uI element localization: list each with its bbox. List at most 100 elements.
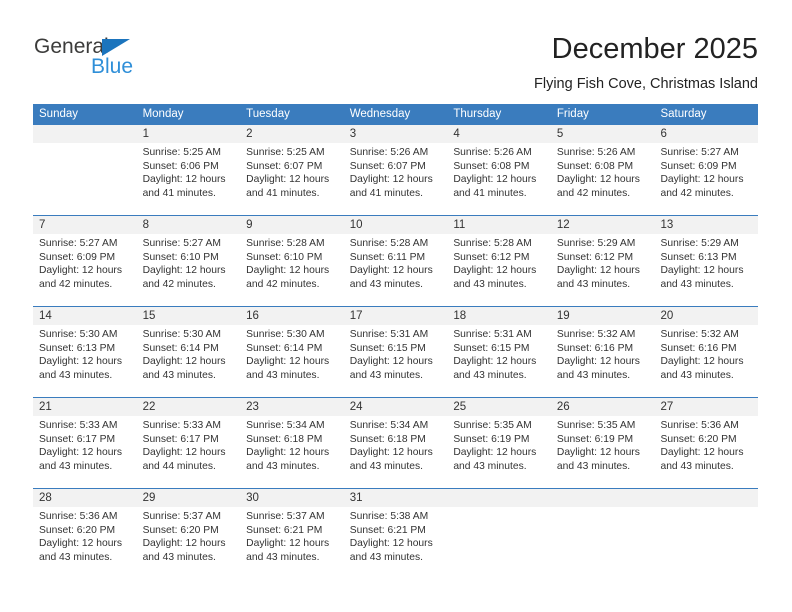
- calendar-day-cell[interactable]: 11 Sunrise: 5:28 AM Sunset: 6:12 PM Dayligh…: [447, 216, 551, 306]
- calendar-day-cell[interactable]: 19 Sunrise: 5:32 AM Sunset: 6:16 PM Dayligh…: [550, 307, 655, 397]
- day-number: 4: [447, 125, 551, 143]
- sunrise-text: Sunrise: 5:26 AM: [349, 147, 429, 158]
- calendar-day-cell[interactable]: 3 Sunrise: 5:26 AM Sunset: 6:07 PM Daylight…: [343, 125, 448, 215]
- sunrise-text: Sunrise: 5:26 AM: [556, 147, 636, 158]
- calendar-day-cell[interactable]: 4 Sunrise: 5:26 AM Sunset: 6:08 PM Daylight…: [447, 125, 551, 215]
- day-number: [654, 489, 759, 507]
- day-number: 22: [136, 398, 241, 416]
- calendar-day-cell[interactable]: 8 Sunrise: 5:27 AM Sunset: 6:10 PM Daylight…: [136, 216, 241, 306]
- sunrise-text: Sunrise: 5:34 AM: [246, 420, 325, 431]
- day-number: 10: [343, 216, 448, 234]
- sunset-text: Sunset: 6:07 PM: [246, 160, 323, 172]
- calendar-day-cell[interactable]: 28 Sunrise: 5:36 AM Sunset: 6:20 PM Dayligh…: [33, 489, 137, 579]
- sunset-text: Sunset: 6:07 PM: [349, 160, 426, 172]
- sunrise-text: Sunrise: 5:35 AM: [556, 420, 636, 431]
- daylight-text-line2: and 43 minutes.: [453, 369, 527, 381]
- calendar-day-cell[interactable]: 7 Sunrise: 5:27 AM Sunset: 6:09 PM Daylight…: [33, 216, 137, 306]
- daylight-text-line1: Daylight: 12 hours: [556, 447, 640, 459]
- day-number: 8: [136, 216, 241, 234]
- day-number: 19: [550, 307, 655, 325]
- day-sun-info: Sunrise: 5:35 AM Sunset: 6:19 PM Daylight:…: [551, 416, 655, 473]
- daylight-text-line1: Daylight: 12 hours: [453, 356, 537, 368]
- calendar-day-cell[interactable]: 9 Sunrise: 5:28 AM Sunset: 6:10 PM Daylight…: [240, 216, 344, 306]
- sunset-text: Sunset: 6:08 PM: [556, 160, 634, 172]
- calendar-day-cell[interactable]: 21 Sunrise: 5:33 AM Sunset: 6:17 PM Dayligh…: [33, 398, 137, 488]
- day-number: [447, 489, 551, 507]
- calendar-day-cell[interactable]: 15 Sunrise: 5:30 AM Sunset: 6:14 PM Dayligh…: [136, 307, 241, 397]
- calendar-day-cell[interactable]: 17 Sunrise: 5:31 AM Sunset: 6:15 PM Dayligh…: [343, 307, 448, 397]
- day-sun-info: Sunrise: 5:29 AM Sunset: 6:12 PM Daylight:…: [551, 234, 655, 291]
- calendar-day-cell[interactable]: 23 Sunrise: 5:34 AM Sunset: 6:18 PM Dayligh…: [240, 398, 344, 488]
- calendar-day-cell[interactable]: 26 Sunrise: 5:35 AM Sunset: 6:19 PM Dayligh…: [550, 398, 655, 488]
- daylight-text-line2: and 44 minutes.: [142, 460, 216, 472]
- day-number: [550, 489, 655, 507]
- sunrise-text: Sunrise: 5:31 AM: [349, 329, 429, 340]
- daylight-text-line1: Daylight: 12 hours: [142, 447, 226, 459]
- day-sun-info: Sunrise: 5:33 AM Sunset: 6:17 PM Daylight:…: [33, 416, 137, 473]
- day-number: 17: [343, 307, 448, 325]
- daylight-text-line1: Daylight: 12 hours: [246, 447, 330, 459]
- calendar-day-cell[interactable]: 25 Sunrise: 5:35 AM Sunset: 6:19 PM Dayligh…: [447, 398, 551, 488]
- daylight-text-line1: Daylight: 12 hours: [142, 356, 226, 368]
- daylight-text-line2: and 43 minutes.: [39, 551, 113, 563]
- sunrise-text: Sunrise: 5:27 AM: [39, 238, 118, 249]
- day-sun-info: Sunrise: 5:34 AM Sunset: 6:18 PM Daylight:…: [240, 416, 344, 473]
- calendar-day-cell[interactable]: 13 Sunrise: 5:29 AM Sunset: 6:13 PM Dayligh…: [654, 216, 759, 306]
- weekday-header-tuesday: Tuesday: [246, 108, 290, 120]
- weekday-header-sunday: Sunday: [39, 108, 79, 120]
- sunset-text: Sunset: 6:06 PM: [142, 160, 219, 172]
- day-number: 2: [240, 125, 344, 143]
- title-block: December 2025 Flying Fish Cove, Christma…: [534, 32, 758, 93]
- day-sun-info: Sunrise: 5:27 AM Sunset: 6:09 PM Daylight:…: [33, 234, 137, 291]
- calendar-day-cell[interactable]: 12 Sunrise: 5:29 AM Sunset: 6:12 PM Dayligh…: [550, 216, 655, 306]
- calendar-day-cell[interactable]: 29 Sunrise: 5:37 AM Sunset: 6:20 PM Dayligh…: [136, 489, 241, 579]
- day-sun-info: Sunrise: 5:31 AM Sunset: 6:15 PM Daylight:…: [447, 325, 551, 382]
- daylight-text-line1: Daylight: 12 hours: [246, 265, 330, 277]
- day-number: 18: [447, 307, 551, 325]
- calendar-day-cell[interactable]: 30 Sunrise: 5:37 AM Sunset: 6:21 PM Dayligh…: [240, 489, 344, 579]
- daylight-text-line2: and 43 minutes.: [142, 369, 216, 381]
- daylight-text-line2: and 43 minutes.: [246, 460, 320, 472]
- calendar-day-cell[interactable]: 27 Sunrise: 5:36 AM Sunset: 6:20 PM Dayligh…: [654, 398, 759, 488]
- calendar-day-cell[interactable]: 22 Sunrise: 5:33 AM Sunset: 6:17 PM Dayligh…: [136, 398, 241, 488]
- day-sun-info: Sunrise: 5:27 AM Sunset: 6:10 PM Daylight:…: [137, 234, 241, 291]
- sunset-text: Sunset: 6:20 PM: [660, 433, 737, 445]
- sunrise-text: Sunrise: 5:28 AM: [349, 238, 429, 249]
- day-sun-info: Sunrise: 5:32 AM Sunset: 6:16 PM Daylight:…: [654, 325, 758, 382]
- sunset-text: Sunset: 6:21 PM: [349, 524, 426, 536]
- calendar-day-cell[interactable]: 6 Sunrise: 5:27 AM Sunset: 6:09 PM Daylight…: [654, 125, 759, 215]
- sunrise-text: Sunrise: 5:29 AM: [660, 238, 739, 249]
- calendar-day-cell[interactable]: 10 Sunrise: 5:28 AM Sunset: 6:11 PM Dayligh…: [343, 216, 448, 306]
- daylight-text-line1: Daylight: 12 hours: [660, 174, 744, 186]
- sunset-text: Sunset: 6:20 PM: [39, 524, 116, 536]
- daylight-text-line2: and 43 minutes.: [142, 551, 216, 563]
- day-sun-info: Sunrise: 5:33 AM Sunset: 6:17 PM Daylight:…: [137, 416, 241, 473]
- calendar-day-cell[interactable]: 24 Sunrise: 5:34 AM Sunset: 6:18 PM Dayligh…: [343, 398, 448, 488]
- day-sun-info: Sunrise: 5:32 AM Sunset: 6:16 PM Daylight:…: [551, 325, 655, 382]
- daylight-text-line1: Daylight: 12 hours: [142, 174, 226, 186]
- day-sun-info: Sunrise: 5:37 AM Sunset: 6:21 PM Daylight:…: [240, 507, 344, 564]
- sunset-text: Sunset: 6:10 PM: [246, 251, 323, 263]
- day-number: 9: [240, 216, 344, 234]
- day-number: 1: [136, 125, 241, 143]
- generalblue-logo: General Blue: [34, 36, 294, 88]
- calendar-day-cell[interactable]: 16 Sunrise: 5:30 AM Sunset: 6:14 PM Dayligh…: [240, 307, 344, 397]
- calendar-day-cell[interactable]: 2 Sunrise: 5:25 AM Sunset: 6:07 PM Daylight…: [240, 125, 344, 215]
- daylight-text-line2: and 43 minutes.: [246, 369, 320, 381]
- calendar-day-cell[interactable]: 31 Sunrise: 5:38 AM Sunset: 6:21 PM Dayligh…: [343, 489, 448, 579]
- calendar-day-cell[interactable]: 1 Sunrise: 5:25 AM Sunset: 6:06 PM Daylight…: [136, 125, 241, 215]
- calendar-day-cell[interactable]: 18 Sunrise: 5:31 AM Sunset: 6:15 PM Dayligh…: [447, 307, 551, 397]
- sunrise-text: Sunrise: 5:33 AM: [142, 420, 221, 431]
- daylight-text-line1: Daylight: 12 hours: [246, 174, 330, 186]
- calendar-grid: Sunday Monday Tuesday Wednesday Thursday…: [33, 104, 759, 579]
- calendar-day-cell[interactable]: 20 Sunrise: 5:32 AM Sunset: 6:16 PM Dayligh…: [654, 307, 759, 397]
- sunset-text: Sunset: 6:09 PM: [660, 160, 737, 172]
- day-number: 15: [136, 307, 241, 325]
- day-number: 21: [33, 398, 137, 416]
- daylight-text-line1: Daylight: 12 hours: [39, 265, 122, 277]
- sunrise-text: Sunrise: 5:33 AM: [39, 420, 118, 431]
- calendar-day-cell[interactable]: 5 Sunrise: 5:26 AM Sunset: 6:08 PM Daylight…: [550, 125, 655, 215]
- daylight-text-line1: Daylight: 12 hours: [142, 538, 226, 550]
- calendar-day-cell[interactable]: 14 Sunrise: 5:30 AM Sunset: 6:13 PM Dayligh…: [33, 307, 137, 397]
- logo-text-blue: Blue: [91, 55, 134, 78]
